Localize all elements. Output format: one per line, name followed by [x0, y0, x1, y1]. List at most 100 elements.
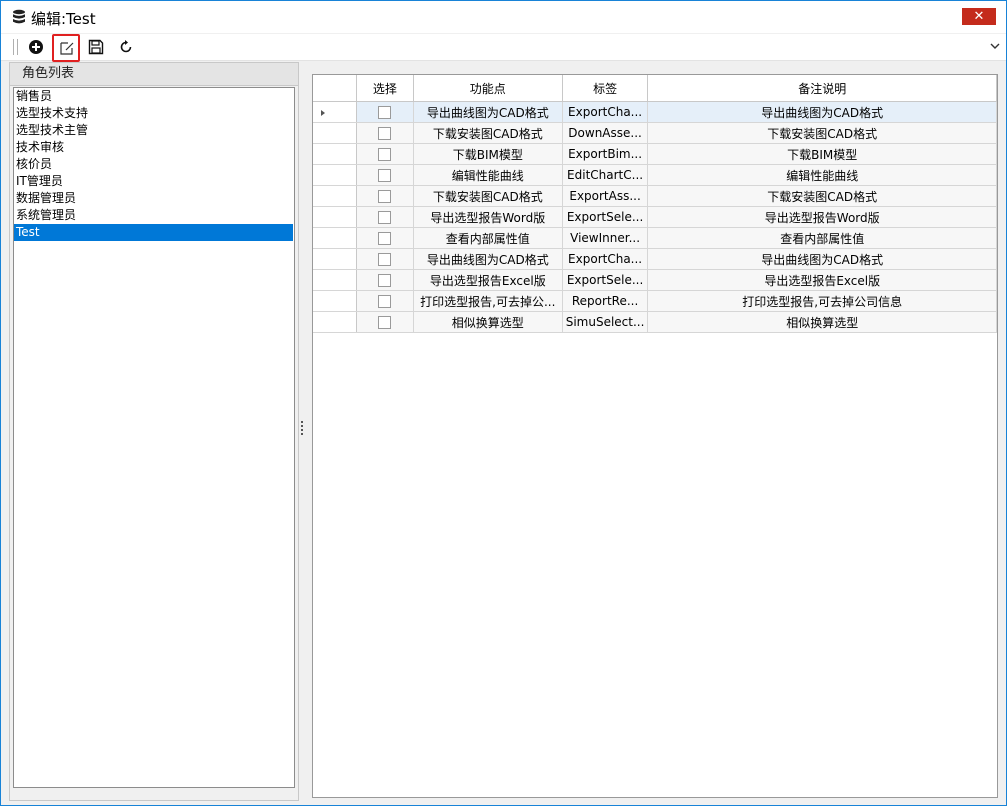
row-header[interactable] — [313, 122, 357, 144]
tag-cell[interactable]: ExportCha... — [562, 248, 649, 270]
role-item[interactable]: 系统管理员 — [14, 207, 294, 224]
role-item[interactable]: 选型技术支持 — [14, 105, 294, 122]
select-checkbox[interactable] — [378, 190, 392, 203]
row-header[interactable] — [313, 311, 357, 333]
feature-cell[interactable]: 编辑性能曲线 — [413, 164, 563, 186]
tag-cell[interactable]: ExportSele... — [562, 269, 649, 291]
note-cell[interactable]: 导出曲线图为CAD格式 — [647, 248, 997, 270]
feature-cell[interactable]: 相似换算选型 — [413, 311, 563, 333]
add-button[interactable] — [25, 36, 47, 58]
table-row[interactable]: 编辑性能曲线 EditChartC... 编辑性能曲线 — [313, 164, 997, 186]
tag-cell[interactable]: ExportSele... — [562, 206, 649, 228]
select-checkbox[interactable] — [378, 148, 392, 161]
note-cell[interactable]: 查看内部属性值 — [647, 227, 997, 249]
select-cell[interactable] — [356, 143, 414, 165]
column-header-select[interactable]: 选择 — [356, 75, 414, 102]
tag-cell[interactable]: DownAsse... — [562, 122, 649, 144]
current-row-arrow-icon — [321, 110, 325, 116]
table-row[interactable]: 下载安装图CAD格式 ExportAss... 下载安装图CAD格式 — [313, 185, 997, 207]
row-header[interactable] — [313, 206, 357, 228]
select-checkbox[interactable] — [378, 295, 392, 308]
select-cell[interactable] — [356, 290, 414, 312]
table-row[interactable]: 下载安装图CAD格式 DownAsse... 下载安装图CAD格式 — [313, 122, 997, 144]
select-checkbox[interactable] — [378, 211, 392, 224]
toolbar-overflow-button[interactable] — [990, 40, 1000, 50]
row-header[interactable] — [313, 143, 357, 165]
feature-cell[interactable]: 导出曲线图为CAD格式 — [413, 101, 563, 123]
feature-cell[interactable]: 导出选型报告Word版 — [413, 206, 563, 228]
note-cell[interactable]: 导出曲线图为CAD格式 — [647, 101, 997, 123]
column-header-note[interactable]: 备注说明 — [647, 75, 997, 102]
column-header-feature[interactable]: 功能点 — [413, 75, 563, 102]
tag-cell[interactable]: ExportAss... — [562, 185, 649, 207]
save-button[interactable] — [85, 36, 107, 58]
select-checkbox[interactable] — [378, 127, 392, 140]
edit-button[interactable] — [52, 34, 80, 62]
table-row[interactable]: 下载BIM模型 ExportBim... 下载BIM模型 — [313, 143, 997, 165]
note-cell[interactable]: 下载安装图CAD格式 — [647, 122, 997, 144]
role-item[interactable]: 核价员 — [14, 156, 294, 173]
select-cell[interactable] — [356, 101, 414, 123]
note-cell[interactable]: 打印选型报告,可去掉公司信息 — [647, 290, 997, 312]
row-header[interactable] — [313, 101, 357, 123]
panel-splitter[interactable] — [301, 421, 304, 437]
select-checkbox[interactable] — [378, 169, 392, 182]
feature-cell[interactable]: 下载BIM模型 — [413, 143, 563, 165]
row-header[interactable] — [313, 290, 357, 312]
table-row[interactable]: 导出曲线图为CAD格式 ExportCha... 导出曲线图为CAD格式 — [313, 101, 997, 123]
note-cell[interactable]: 导出选型报告Excel版 — [647, 269, 997, 291]
feature-cell[interactable]: 下载安装图CAD格式 — [413, 122, 563, 144]
select-cell[interactable] — [356, 227, 414, 249]
note-cell[interactable]: 相似换算选型 — [647, 311, 997, 333]
select-cell[interactable] — [356, 206, 414, 228]
tag-cell[interactable]: ExportBim... — [562, 143, 649, 165]
role-item[interactable]: 销售员 — [14, 88, 294, 105]
tag-cell[interactable]: EditChartC... — [562, 164, 649, 186]
feature-cell[interactable]: 导出选型报告Excel版 — [413, 269, 563, 291]
table-row[interactable]: 打印选型报告,可去掉公... ReportRe... 打印选型报告,可去掉公司信息 — [313, 290, 997, 312]
select-checkbox[interactable] — [378, 274, 392, 287]
note-cell[interactable]: 导出选型报告Word版 — [647, 206, 997, 228]
feature-cell[interactable]: 查看内部属性值 — [413, 227, 563, 249]
note-cell[interactable]: 编辑性能曲线 — [647, 164, 997, 186]
feature-cell[interactable]: 打印选型报告,可去掉公... — [413, 290, 563, 312]
select-checkbox[interactable] — [378, 316, 392, 329]
note-cell[interactable]: 下载BIM模型 — [647, 143, 997, 165]
toolbar-grip[interactable] — [13, 39, 18, 55]
role-list[interactable]: 销售员 选型技术支持 选型技术主管 技术审核 核价员 IT管理员 数据管理员 系… — [13, 87, 295, 788]
table-row[interactable]: 查看内部属性值 ViewInner... 查看内部属性值 — [313, 227, 997, 249]
table-row[interactable]: 相似换算选型 SimuSelect... 相似换算选型 — [313, 311, 997, 333]
role-item-selected[interactable]: Test — [14, 224, 293, 241]
select-cell[interactable] — [356, 185, 414, 207]
tag-cell[interactable]: ReportRe... — [562, 290, 649, 312]
select-cell[interactable] — [356, 269, 414, 291]
table-row[interactable]: 导出选型报告Excel版 ExportSele... 导出选型报告Excel版 — [313, 269, 997, 291]
close-button[interactable]: ✕ — [962, 8, 996, 25]
row-header[interactable] — [313, 269, 357, 291]
row-header[interactable] — [313, 164, 357, 186]
table-row[interactable]: 导出选型报告Word版 ExportSele... 导出选型报告Word版 — [313, 206, 997, 228]
row-header[interactable] — [313, 185, 357, 207]
select-checkbox[interactable] — [378, 253, 392, 266]
select-checkbox[interactable] — [378, 106, 392, 119]
note-cell[interactable]: 下载安装图CAD格式 — [647, 185, 997, 207]
role-item[interactable]: 技术审核 — [14, 139, 294, 156]
feature-cell[interactable]: 导出曲线图为CAD格式 — [413, 248, 563, 270]
tag-cell[interactable]: SimuSelect... — [562, 311, 649, 333]
select-checkbox[interactable] — [378, 232, 392, 245]
table-row[interactable]: 导出曲线图为CAD格式 ExportCha... 导出曲线图为CAD格式 — [313, 248, 997, 270]
select-cell[interactable] — [356, 122, 414, 144]
role-item[interactable]: IT管理员 — [14, 173, 294, 190]
column-header-tag[interactable]: 标签 — [562, 75, 649, 102]
tag-cell[interactable]: ViewInner... — [562, 227, 649, 249]
row-header[interactable] — [313, 248, 357, 270]
tag-cell[interactable]: ExportCha... — [562, 101, 649, 123]
refresh-button[interactable] — [115, 36, 137, 58]
select-cell[interactable] — [356, 164, 414, 186]
select-cell[interactable] — [356, 311, 414, 333]
row-header[interactable] — [313, 227, 357, 249]
select-cell[interactable] — [356, 248, 414, 270]
role-item[interactable]: 数据管理员 — [14, 190, 294, 207]
feature-cell[interactable]: 下载安装图CAD格式 — [413, 185, 563, 207]
role-item[interactable]: 选型技术主管 — [14, 122, 294, 139]
